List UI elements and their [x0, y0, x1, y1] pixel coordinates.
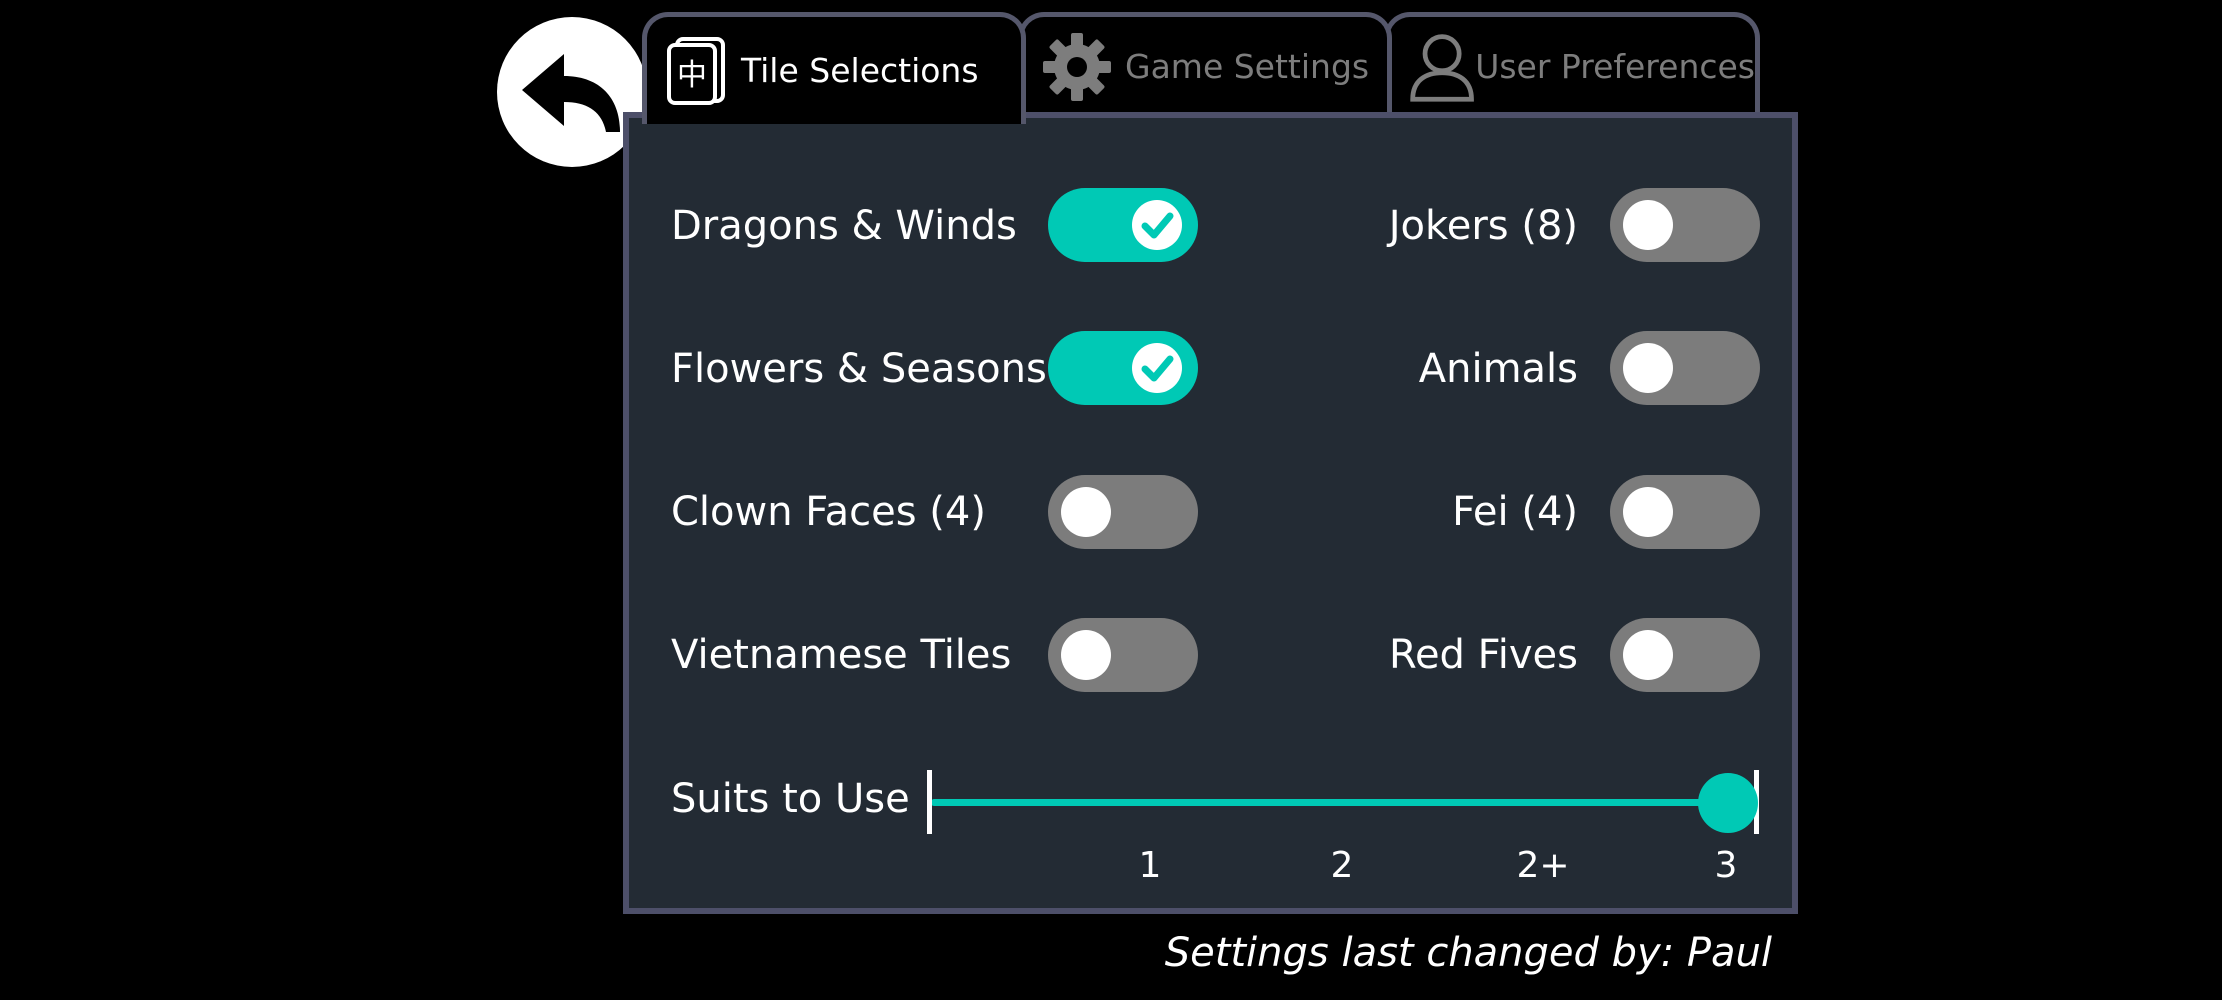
vietnamese-tiles-label: Vietnamese Tiles	[671, 632, 1012, 678]
checkmark-icon	[1141, 212, 1174, 239]
tab-game-settings-label: Game Settings	[1125, 47, 1370, 86]
suits-tick-2: 2	[1330, 845, 1354, 886]
jokers-label: Jokers (8)	[1388, 203, 1578, 249]
checkmark-icon	[1141, 355, 1174, 382]
red-fives-label: Red Fives	[1388, 632, 1578, 678]
toggle-knob	[1623, 487, 1673, 537]
user-icon	[1410, 33, 1474, 102]
red-fives-toggle[interactable]	[1610, 618, 1760, 692]
toggle-knob	[1623, 200, 1673, 250]
svg-text:中: 中	[677, 58, 707, 93]
jokers-toggle[interactable]	[1610, 188, 1760, 262]
mahjong-tile-icon: 中	[667, 36, 725, 105]
suits-slider-label: Suits to Use	[671, 776, 910, 822]
suits-slider-thumb[interactable]	[1698, 773, 1758, 833]
tab-user-preferences[interactable]: User Preferences	[1384, 12, 1760, 116]
tab-tile-selections-label: Tile Selections	[741, 51, 979, 90]
fei-label: Fei (4)	[1452, 489, 1578, 535]
dragons-winds-label: Dragons & Winds	[671, 203, 1017, 249]
toggle-knob	[1132, 343, 1182, 393]
clown-faces-toggle[interactable]	[1048, 475, 1198, 549]
animals-toggle[interactable]	[1610, 331, 1760, 405]
gear-icon	[1043, 32, 1111, 101]
tab-game-settings[interactable]: Game Settings	[1018, 12, 1392, 116]
suits-slider-track[interactable]	[931, 799, 1757, 806]
back-arrow-icon	[522, 54, 620, 132]
fei-toggle[interactable]	[1610, 475, 1760, 549]
toggle-knob	[1623, 343, 1673, 393]
tab-user-preferences-label: User Preferences	[1475, 47, 1755, 86]
vietnamese-tiles-toggle[interactable]	[1048, 618, 1198, 692]
clown-faces-label: Clown Faces (4)	[671, 489, 986, 535]
tab-tile-selections[interactable]: 中 Tile Selections	[642, 12, 1026, 124]
animals-label: Animals	[1418, 346, 1578, 392]
toggle-knob	[1061, 630, 1111, 680]
suits-tick-2-plus: 2+	[1516, 845, 1570, 886]
toggle-knob	[1061, 487, 1111, 537]
flowers-seasons-toggle[interactable]	[1048, 331, 1198, 405]
flowers-seasons-label: Flowers & Seasons	[671, 346, 1047, 392]
settings-last-changed-text: Settings last changed by: Paul	[1164, 930, 1772, 976]
suits-tick-1: 1	[1138, 845, 1162, 886]
suits-tick-3: 3	[1714, 845, 1738, 886]
toggle-knob	[1132, 200, 1182, 250]
dragons-winds-toggle[interactable]	[1048, 188, 1198, 262]
toggle-knob	[1623, 630, 1673, 680]
suits-slider-start-cap	[927, 770, 932, 834]
